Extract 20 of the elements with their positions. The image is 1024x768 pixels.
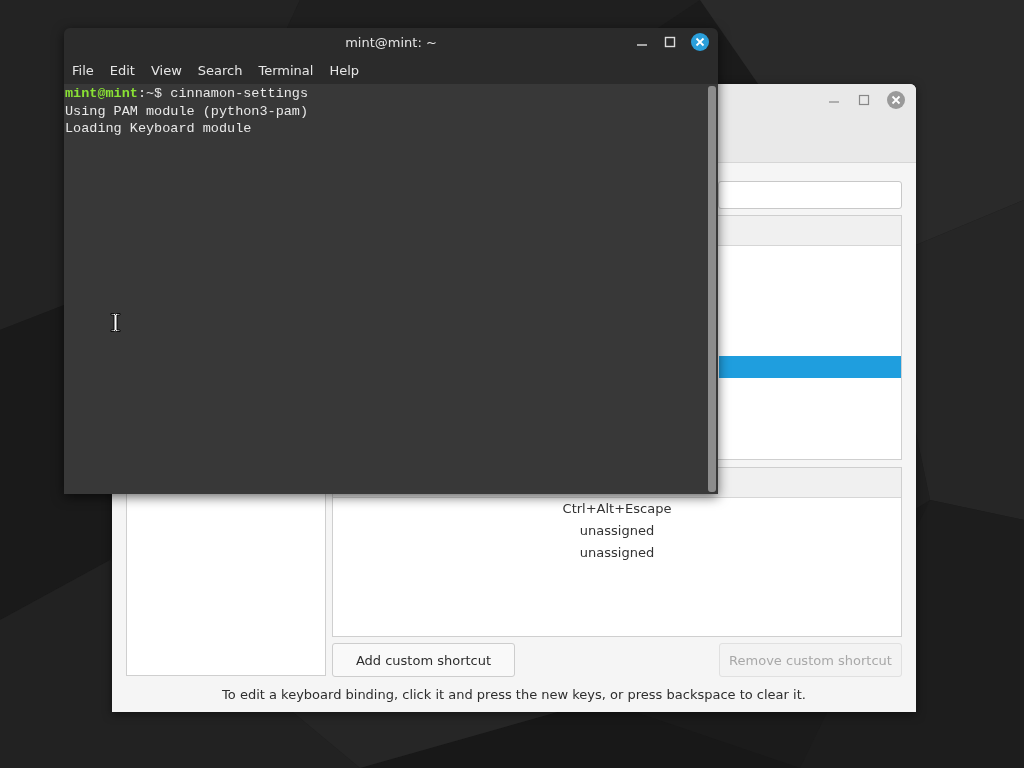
menu-item[interactable]: Help [329,62,368,78]
binding-cell[interactable]: Ctrl+Alt+Escape [333,498,901,520]
menu-item[interactable]: View [150,62,190,78]
window-title: mint@mint: ~ [345,34,437,50]
search-field[interactable] [718,181,902,209]
terminal-line: mint@mint:~$ cinnamon-settings [65,85,310,103]
binding-cell[interactable]: unassigned [333,520,901,542]
close-icon[interactable] [690,32,710,52]
binding-cell[interactable]: unassigned [333,542,901,564]
scrollbar[interactable] [708,86,716,492]
terminal-line: Using PAM module (python3-pam) [65,102,310,120]
add-shortcut-button[interactable]: Add custom shortcut [332,643,515,677]
maximize-icon[interactable] [662,34,678,50]
menu-item[interactable]: File [72,62,102,78]
terminal-line: Loading Keyboard module [65,120,253,138]
menu-item[interactable]: Terminal [258,62,322,78]
hint-text: To edit a keyboard binding, click it and press the new keys, or press backspace to clear it. [221,687,807,702]
menu-item[interactable]: Edit [109,62,143,78]
text-cursor-icon [110,312,121,333]
menu-item[interactable]: Search [197,62,251,78]
